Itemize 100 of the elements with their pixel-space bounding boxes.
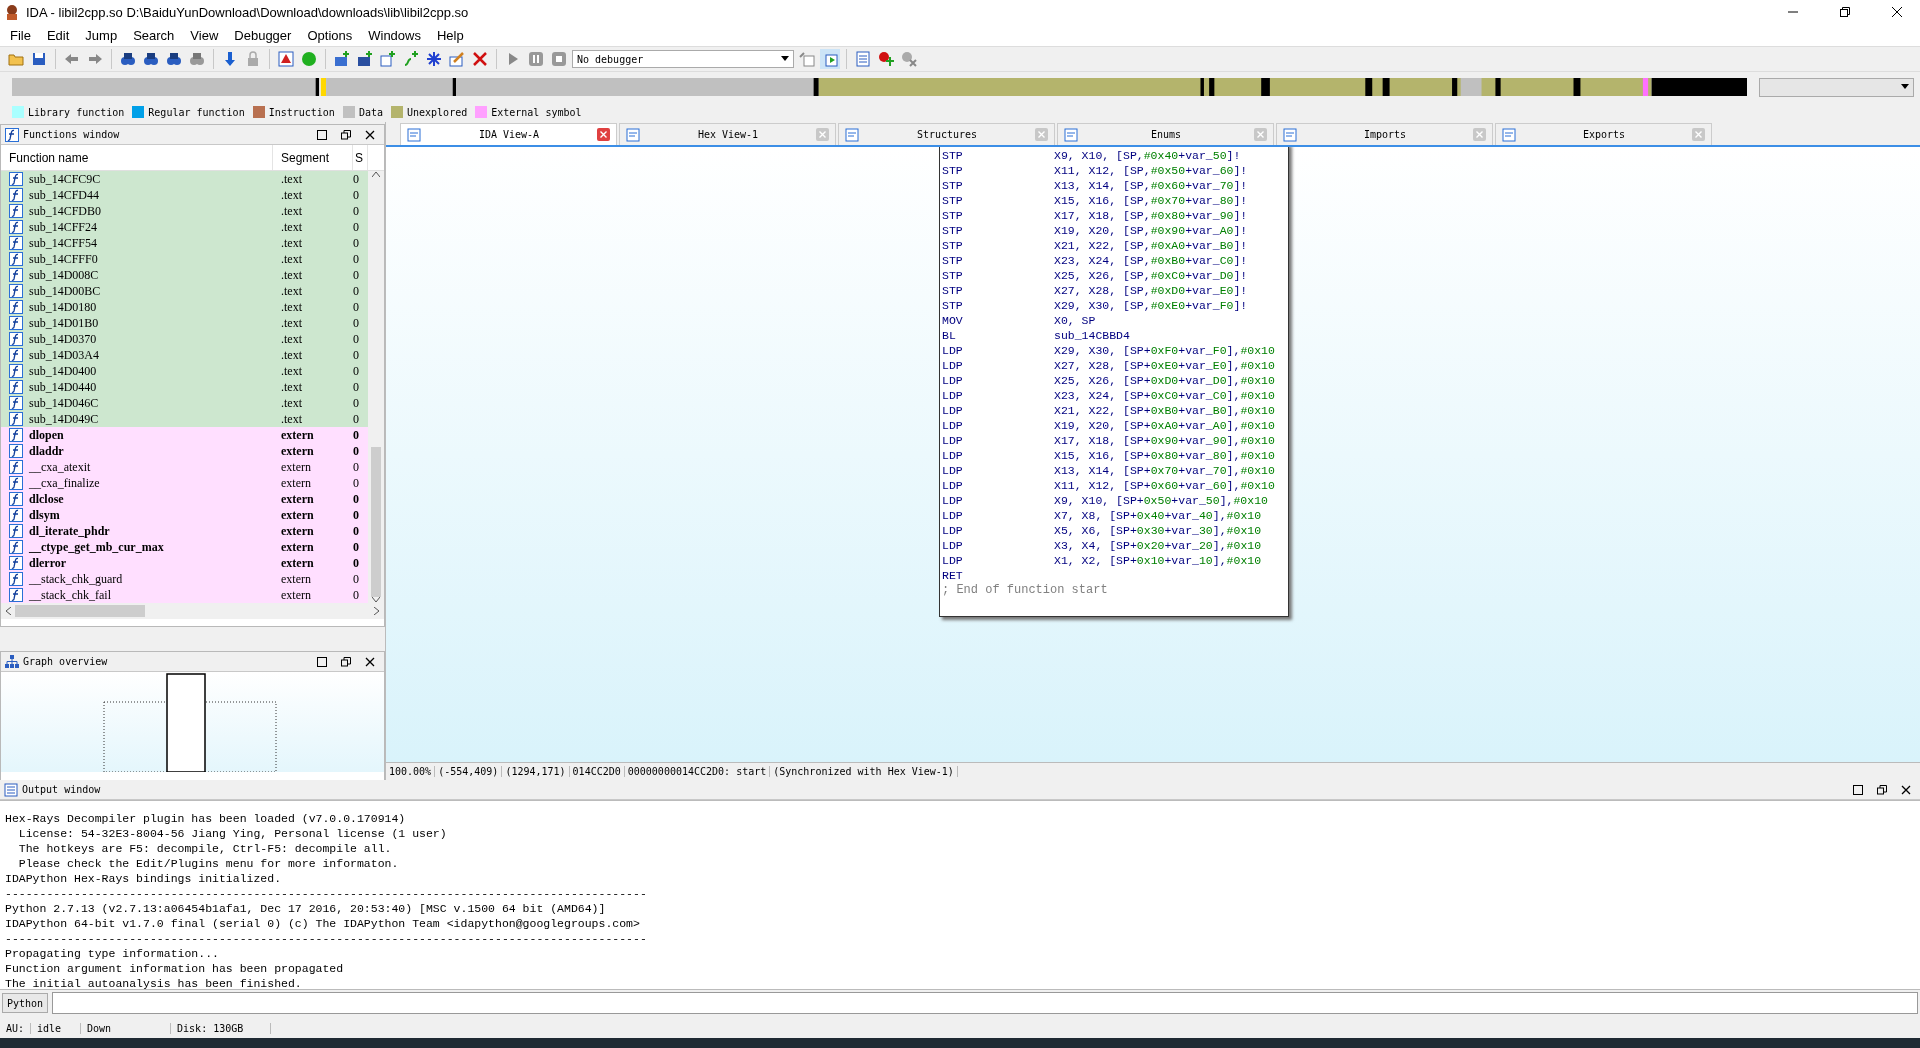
toolbar-button[interactable] <box>276 49 296 69</box>
output-line: --------------------------------------------------------------------------------------------- <box>5 886 647 901</box>
start-cell-text: 0 <box>353 171 360 187</box>
menu-item[interactable]: Windows <box>360 25 429 45</box>
menu-item[interactable]: Options <box>299 25 361 45</box>
segment-cell-text: extern <box>280 491 315 507</box>
assembly-line: BL sub_14CBBD4 <box>942 328 1130 343</box>
function-row[interactable]: dlclose extern 0 <box>1 491 368 507</box>
function-row[interactable]: sub_14D0370 .text 0 <box>1 331 368 347</box>
function-row[interactable]: sub_14CFDB0 .text 0 <box>1 203 368 219</box>
scrollbar-thumb[interactable] <box>371 447 381 597</box>
view-tab[interactable]: Imports <box>1276 123 1493 145</box>
assembly-line: STP X27, X28, [SP,#0xD0+var_E0]! <box>942 283 1248 298</box>
assembly-line: MOV X0, SP <box>942 313 1096 328</box>
toolbar-button[interactable] <box>424 49 444 69</box>
view-tab[interactable]: Hex View-1 <box>619 123 836 145</box>
function-row[interactable]: sub_14D0180 .text 0 <box>1 299 368 315</box>
menu-item[interactable]: View <box>182 25 227 45</box>
assembly-line: STP X15, X16, [SP,#0x70+var_80]! <box>942 193 1248 208</box>
function-row[interactable]: __cxa_atexit extern 0 <box>1 459 368 475</box>
output-line: Propagating type information... <box>5 946 219 961</box>
start-cell-text: 0 <box>353 347 360 363</box>
menu-item[interactable]: Debugger <box>226 25 300 45</box>
function-icon <box>9 284 23 298</box>
column-header[interactable]: Segment <box>273 145 353 170</box>
assembly-line: LDP X11, X12, [SP+0x60+var_60],#0x10 <box>942 478 1275 493</box>
language-button[interactable]: Python <box>2 993 49 1013</box>
segment-cell-text: .text <box>280 379 303 395</box>
function-row[interactable]: dl_iterate_phdr extern 0 <box>1 523 368 539</box>
function-row[interactable]: sub_14CFD44 .text 0 <box>1 187 368 203</box>
status-field: AU: <box>0 1022 32 1034</box>
vertical-scrollbar[interactable] <box>368 171 384 603</box>
toolbar-button[interactable] <box>332 49 352 69</box>
start-cell-text: 0 <box>353 539 360 555</box>
add-struct-icon <box>380 51 396 67</box>
function-name: sub_14CFD44 <box>29 187 99 203</box>
start-cell-text: 0 <box>353 395 360 411</box>
app-icon <box>4 4 20 20</box>
function-row[interactable]: sub_14CFC9C .text 0 <box>1 171 368 187</box>
function-row[interactable]: __stack_chk_guard extern 0 <box>1 571 368 587</box>
function-icon <box>9 460 23 474</box>
assembly-line: LDP X5, X6, [SP+0x30+var_30],#0x10 <box>942 523 1262 538</box>
function-row[interactable]: sub_14CFF24 .text 0 <box>1 219 368 235</box>
horizontal-scrollbar[interactable] <box>1 603 384 619</box>
menu-item[interactable]: Edit <box>38 25 78 45</box>
function-name: sub_14D0180 <box>29 299 97 315</box>
function-row[interactable]: dladdr extern 0 <box>1 443 368 459</box>
menu-item[interactable]: Jump <box>77 25 126 45</box>
segment-cell-text: .text <box>280 235 303 251</box>
menu-item[interactable]: Search <box>125 25 183 45</box>
segment-cell-text: extern <box>280 443 315 459</box>
view-tab[interactable]: Enums <box>1057 123 1274 145</box>
toolbar-button[interactable] <box>355 49 375 69</box>
status-field: 00000000014CC2D0: start <box>624 766 771 777</box>
view-tab[interactable]: Exports <box>1495 123 1712 145</box>
start-cell-text: 0 <box>353 491 360 507</box>
status-field: Disk: 130GB <box>171 1022 272 1034</box>
output-line: Function argument information has been propagated <box>5 961 344 976</box>
function-row[interactable]: __stack_chk_fail extern 0 <box>1 587 368 603</box>
function-row[interactable]: sub_14D0440 .text 0 <box>1 379 368 395</box>
add-data-icon <box>357 51 373 67</box>
function-row[interactable]: sub_14D049C .text 0 <box>1 411 368 427</box>
toolbar-button[interactable] <box>876 49 896 69</box>
function-row[interactable]: sub_14D0400 .text 0 <box>1 363 368 379</box>
debugger-select[interactable]: No debugger <box>572 50 794 68</box>
function-icon <box>9 316 23 330</box>
start-cell-text: 0 <box>353 331 360 347</box>
view-tab[interactable]: Structures <box>838 123 1055 145</box>
function-row[interactable]: sub_14D01B0 .text 0 <box>1 315 368 331</box>
view-tab[interactable]: IDA View-A <box>400 123 617 145</box>
status-field: Down <box>81 1022 172 1034</box>
function-row[interactable]: dlerror extern 0 <box>1 555 368 571</box>
output-line: Python 2.7.13 (v2.7.13:a06454b1afa1, Dec 17 2016, 20:53:40) [MSC v.1500 64 bit (AMD64)] <box>5 901 606 916</box>
function-row[interactable]: sub_14CFF54 .text 0 <box>1 235 368 251</box>
segment-cell-text: extern <box>280 507 315 523</box>
function-row[interactable]: __ctype_get_mb_cur_max extern 0 <box>1 539 368 555</box>
function-row[interactable]: sub_14D046C .text 0 <box>1 395 368 411</box>
command-field[interactable] <box>52 992 1918 1014</box>
function-row[interactable]: sub_14D03A4 .text 0 <box>1 347 368 363</box>
output-line: The hotkeys are F5: decompile, Ctrl-F5: decompile all. <box>17 841 392 856</box>
function-row[interactable]: sub_14D00BC .text 0 <box>1 283 368 299</box>
close-icon <box>1892 7 1902 17</box>
function-row[interactable]: sub_14D008C .text 0 <box>1 267 368 283</box>
function-row[interactable]: sub_14CFFF0 .text 0 <box>1 251 368 267</box>
segment-select[interactable] <box>1759 77 1914 97</box>
function-row[interactable]: dlopen extern 0 <box>1 427 368 443</box>
column-header[interactable]: S <box>353 145 368 170</box>
close-icon <box>365 656 375 667</box>
menu-item[interactable]: Help <box>429 25 472 45</box>
function-row[interactable]: __cxa_finalize extern 0 <box>1 475 368 491</box>
function-row[interactable]: dlsym extern 0 <box>1 507 368 523</box>
menu-item[interactable]: File <box>2 25 39 45</box>
asterisk-icon <box>426 51 442 67</box>
status-field: (Synchronized with Hex View-1) <box>770 766 958 777</box>
column-header[interactable]: Function name <box>1 145 273 170</box>
segment-cell-text: .text <box>280 283 303 299</box>
assembly-line: LDP X29, X30, [SP+0xF0+var_F0],#0x10 <box>942 343 1275 358</box>
function-icon <box>9 380 23 394</box>
start-cell-text: 0 <box>353 363 360 379</box>
tab-icon <box>1064 127 1078 142</box>
